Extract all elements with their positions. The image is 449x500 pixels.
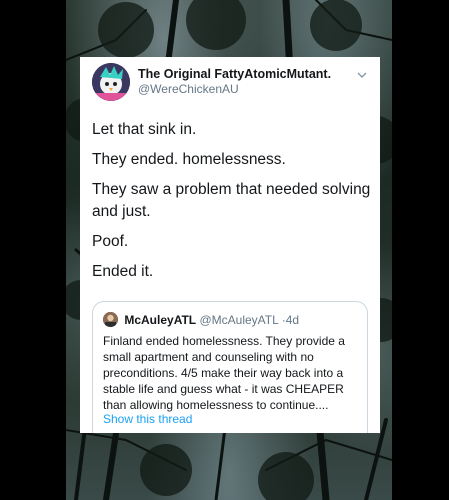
quoted-user-handle[interactable]: @McAuleyATL <box>199 313 278 327</box>
quoted-tweet-text: Finland ended homelessness. They provide… <box>103 334 345 412</box>
quoted-user-avatar[interactable] <box>103 312 118 327</box>
avatar-illustration <box>92 63 130 101</box>
user-avatar[interactable] <box>92 63 130 101</box>
user-handle[interactable]: @WereChickenAU <box>138 82 331 96</box>
tweet-line: Ended it. <box>92 263 154 280</box>
tweet-line: Let that sink in. <box>92 121 197 138</box>
quoted-tweet[interactable]: McAuleyATL @McAuleyATL ·4d Finland ended… <box>92 301 368 433</box>
tweet-line: They ended. homelessness. <box>92 151 286 168</box>
user-names: The Original FattyAtomicMutant. @WereChi… <box>138 67 331 96</box>
tweet-body: Let that sink in. They ended. homelessne… <box>92 119 372 291</box>
tweet-line: They saw a problem that needed solving a… <box>92 181 371 220</box>
quoted-display-name[interactable]: McAuleyATL <box>124 313 196 327</box>
chevron-down-icon[interactable] <box>356 68 368 80</box>
display-name[interactable]: The Original FattyAtomicMutant. <box>138 67 331 81</box>
show-thread-link[interactable]: Show this thread <box>103 412 192 426</box>
tweet-line: Poof. <box>92 233 129 250</box>
quoted-tweet-header: McAuleyATL @McAuleyATL ·4d <box>103 312 299 328</box>
screenshot-stage: The Original FattyAtomicMutant. @WereChi… <box>0 0 449 500</box>
tweet-card[interactable]: The Original FattyAtomicMutant. @WereChi… <box>80 57 380 433</box>
quoted-tweet-age[interactable]: 4d <box>286 313 299 327</box>
tweet-header: The Original FattyAtomicMutant. @WereChi… <box>92 63 372 103</box>
